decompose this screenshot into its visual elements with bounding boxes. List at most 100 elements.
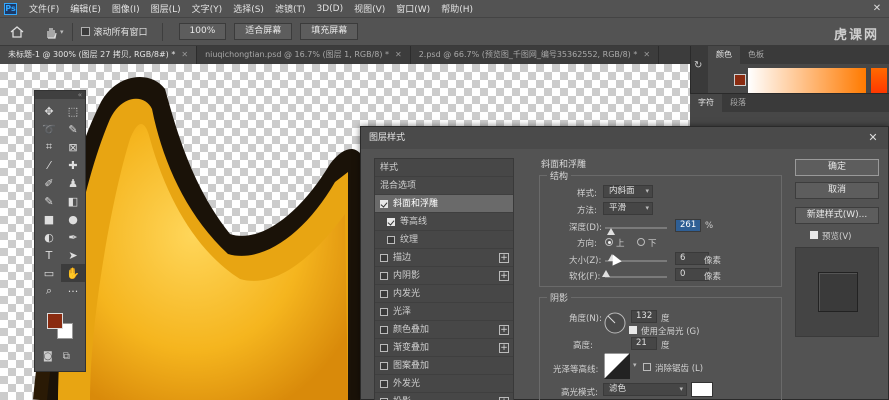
eyedropper-tool-icon[interactable]: ⁄ — [37, 156, 61, 174]
tab-document-3[interactable]: 2.psd @ 66.7% (预览图_千图网_编号35362552, RGB/8… — [411, 46, 660, 64]
style-list-item-texture[interactable]: 纹理 — [375, 231, 513, 249]
style-list-item-stroke[interactable]: 描边 + — [375, 249, 513, 267]
quick-mask-icon[interactable]: ◙ — [43, 351, 53, 362]
angle-dial[interactable] — [603, 311, 627, 335]
collapse-icon[interactable]: « — [35, 91, 85, 99]
tab-paragraph[interactable]: 段落 — [722, 94, 754, 112]
style-list-item-blending-options[interactable]: 混合选项 — [375, 177, 513, 195]
style-list-item-satin[interactable]: 光泽 — [375, 303, 513, 321]
cancel-button[interactable]: 取消 — [795, 182, 879, 199]
gloss-contour-preview[interactable] — [604, 353, 630, 379]
fit-screen-button[interactable]: 适合屏幕 — [234, 23, 293, 40]
ok-button[interactable]: 确定 — [795, 159, 879, 176]
tab-swatches[interactable]: 色板 — [740, 46, 772, 64]
lasso-tool-icon[interactable]: ➰ — [37, 120, 61, 138]
menu-3d[interactable]: 3D(D) — [316, 4, 343, 14]
quick-select-tool-icon[interactable]: ✎ — [61, 120, 85, 138]
healing-brush-tool-icon[interactable]: ✚ — [61, 156, 85, 174]
style-list-item-drop-shadow[interactable]: 投影+ — [375, 393, 513, 400]
dodge-tool-icon[interactable]: ◐ — [37, 228, 61, 246]
chevron-down-icon[interactable]: ▾ — [60, 28, 64, 36]
style-list-item-outer-glow[interactable]: 外发光 — [375, 375, 513, 393]
close-window-icon[interactable]: ✕ — [865, 0, 889, 17]
depth-slider-thumb[interactable] — [607, 228, 615, 235]
gradient-overlay-checkbox[interactable] — [380, 343, 388, 352]
clone-stamp-tool-icon[interactable]: ♟ — [61, 174, 85, 192]
brush-tool-icon[interactable]: ✐ — [37, 174, 61, 192]
tab-document-1[interactable]: 未标题-1 @ 300% (图层 27 拷贝, RGB/8#) * ✕ — [0, 46, 198, 64]
depth-input[interactable]: 261 — [675, 219, 701, 232]
style-list-item-bevel-emboss[interactable]: 斜面和浮雕 — [375, 195, 513, 213]
menu-file[interactable]: 文件(F) — [29, 2, 59, 15]
inner-shadow-checkbox[interactable] — [380, 271, 388, 280]
satin-checkbox[interactable] — [380, 307, 388, 316]
add-stroke-icon[interactable]: + — [499, 253, 509, 263]
style-list-item-pattern-overlay[interactable]: 图案叠加 — [375, 357, 513, 375]
pen-tool-icon[interactable]: ✒ — [61, 228, 85, 246]
technique-select[interactable]: 平滑 ▾ — [603, 202, 653, 215]
eraser-tool-icon[interactable]: ◧ — [61, 192, 85, 210]
screen-mode-icon[interactable]: ⧉ — [63, 351, 70, 362]
style-list-item-gradient-overlay[interactable]: 渐变叠加 + — [375, 339, 513, 357]
rectangle-tool-icon[interactable]: ▭ — [37, 264, 61, 282]
highlight-mode-select[interactable]: 滤色 ▾ — [603, 383, 687, 396]
direction-up-radio[interactable] — [605, 238, 613, 246]
dialog-titlebar[interactable]: 图层样式 ✕ — [361, 127, 888, 149]
style-list-item-color-overlay[interactable]: 颜色叠加 + — [375, 321, 513, 339]
color-overlay-checkbox[interactable] — [380, 325, 388, 334]
outer-glow-checkbox[interactable] — [380, 379, 388, 388]
chevron-down-icon[interactable]: ▾ — [633, 361, 637, 369]
tab-document-2[interactable]: niuqichongtian.psd @ 16.7% (图层 1, RGB/8)… — [197, 46, 411, 64]
color-swatches[interactable] — [47, 313, 77, 343]
menu-type[interactable]: 文字(Y) — [192, 2, 223, 15]
menu-window[interactable]: 窗口(W) — [396, 2, 430, 15]
foreground-color-swatch[interactable] — [47, 313, 63, 329]
tab-character[interactable]: 字符 — [690, 94, 722, 112]
move-tool-icon[interactable]: ✥ — [37, 102, 61, 120]
soften-slider[interactable] — [605, 276, 667, 278]
inner-glow-checkbox[interactable] — [380, 289, 388, 298]
gradient-tool-icon[interactable]: ■ — [37, 210, 61, 228]
direction-down-radio[interactable] — [637, 238, 645, 246]
crop-tool-icon[interactable]: ⌗ — [37, 138, 61, 156]
menu-edit[interactable]: 编辑(E) — [70, 2, 101, 15]
hand-tool-icon[interactable] — [44, 25, 58, 39]
current-color-swatch[interactable] — [734, 74, 746, 86]
anti-aliased-checkbox[interactable] — [643, 363, 651, 371]
soften-slider-thumb[interactable] — [602, 270, 610, 277]
pattern-overlay-checkbox[interactable] — [380, 361, 388, 370]
history-panel-icon[interactable]: ↻ — [694, 60, 708, 71]
menu-layer[interactable]: 图层(L) — [151, 2, 181, 15]
add-gradient-overlay-icon[interactable]: + — [499, 343, 509, 353]
zoom-tool-icon[interactable]: ⌕ — [37, 282, 61, 300]
blur-tool-icon[interactable]: ● — [61, 210, 85, 228]
more-tools-icon[interactable]: ··· — [61, 282, 85, 300]
bevel-emboss-checkbox[interactable] — [380, 199, 388, 208]
highlight-color-swatch[interactable] — [691, 382, 713, 397]
marquee-tool-icon[interactable]: ⬚ — [61, 102, 85, 120]
menu-select[interactable]: 选择(S) — [233, 2, 264, 15]
style-list-item-contour[interactable]: 等高线 — [375, 213, 513, 231]
style-list-item-inner-shadow[interactable]: 内阴影 + — [375, 267, 513, 285]
menu-image[interactable]: 图像(I) — [112, 2, 140, 15]
close-icon[interactable]: ✕ — [181, 50, 188, 59]
menu-filter[interactable]: 滤镜(T) — [275, 2, 306, 15]
home-icon[interactable] — [10, 25, 24, 39]
style-list-item-styles[interactable]: 样式 — [375, 159, 513, 177]
preview-checkbox[interactable] — [810, 231, 818, 239]
add-inner-shadow-icon[interactable]: + — [499, 271, 509, 281]
type-tool-icon[interactable]: T — [37, 246, 61, 264]
global-light-checkbox[interactable] — [629, 326, 637, 334]
style-list-item-inner-glow[interactable]: 内发光 — [375, 285, 513, 303]
zoom-100-button[interactable]: 100% — [178, 23, 227, 40]
hand-tool-icon[interactable]: ✋ — [61, 264, 85, 282]
stroke-checkbox[interactable] — [380, 253, 388, 262]
frame-tool-icon[interactable]: ⊠ — [61, 138, 85, 156]
add-color-overlay-icon[interactable]: + — [499, 325, 509, 335]
texture-checkbox[interactable] — [387, 235, 395, 244]
path-select-tool-icon[interactable]: ➤ — [61, 246, 85, 264]
close-icon[interactable]: ✕ — [395, 50, 402, 59]
close-icon[interactable]: ✕ — [643, 50, 650, 59]
angle-input[interactable]: 132 — [631, 310, 657, 323]
scroll-all-windows-checkbox[interactable] — [80, 27, 90, 36]
